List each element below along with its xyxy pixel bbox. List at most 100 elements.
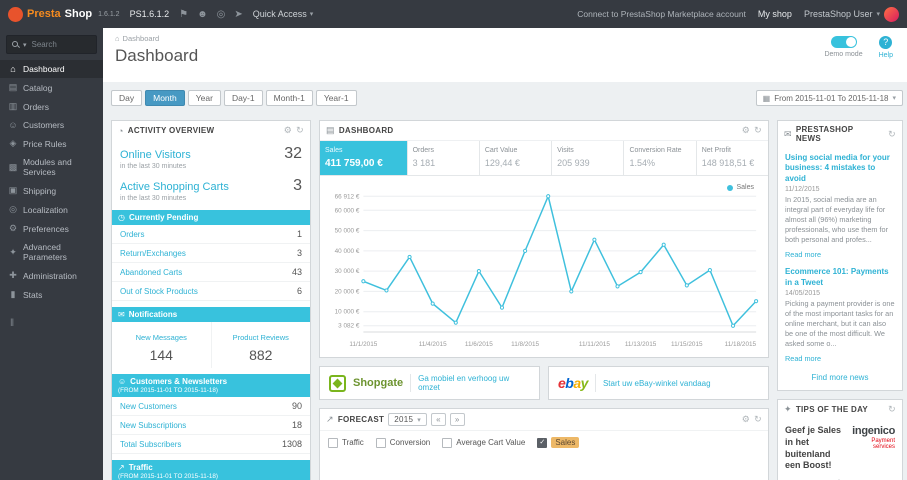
kpi-label: Cart Value (484, 147, 518, 154)
abandoned-carts-link[interactable]: Abandoned Carts (120, 268, 182, 277)
advanced-parameters-icon: ✦ (9, 246, 17, 257)
pending-returns-link[interactable]: Return/Exchanges (120, 249, 186, 258)
column-middle: ▤ Dashboard ⚙ ↻ Sales 411 759,00 € (319, 120, 769, 480)
out-of-stock-link[interactable]: Out of Stock Products (120, 287, 198, 296)
topbar: Presta Shop 1.6.1.2 PS1.6.1.2 ⚑ ☻ ◎ ➤ Qui… (0, 0, 907, 28)
refresh-icon[interactable]: ↻ (296, 125, 304, 136)
sidebar-item-stats[interactable]: ▮ Stats (0, 285, 103, 304)
gear-icon[interactable]: ⚙ (284, 125, 292, 136)
new-subscriptions-link[interactable]: New Subscriptions (120, 421, 186, 430)
period-month-button[interactable]: Month (145, 90, 185, 106)
find-more-news-link[interactable]: Find more news (785, 373, 895, 382)
sidebar-item-orders[interactable]: ▥ Orders (0, 97, 103, 116)
forecast-year-select[interactable]: 2015 ▾ (388, 413, 428, 426)
dashboard-panel-header: ▤ Dashboard ⚙ ↻ (320, 121, 768, 140)
checkbox-icon[interactable] (375, 437, 386, 448)
sidebar-item-modules[interactable]: ▩ Modules and Services (0, 153, 103, 181)
new-messages-link[interactable]: New Messages (136, 333, 187, 342)
sidebar-item-advanced-parameters[interactable]: ✦ Advanced Parameters (0, 238, 103, 266)
active-carts-link[interactable]: Active Shopping Carts (120, 181, 229, 193)
sidebar-collapse-toggle[interactable]: ‖ (0, 318, 103, 329)
preferences-icon: ⚙ (8, 223, 18, 233)
checkbox-icon[interactable] (328, 437, 338, 448)
sidebar-item-label: Price Rules (23, 138, 67, 149)
gear-icon[interactable]: ⚙ (742, 125, 750, 136)
quick-access-label: Quick Access (252, 9, 307, 19)
support-icon[interactable]: ◎ (217, 9, 226, 20)
quick-access-menu[interactable]: Quick Access ▾ (253, 9, 314, 19)
period-month-1-button[interactable]: Month-1 (265, 90, 313, 106)
checkbox-icon[interactable] (442, 437, 453, 448)
forecast-legend-traffic[interactable]: Traffic (328, 437, 364, 448)
breadcrumb-label[interactable]: Dashboard (123, 34, 160, 43)
sidebar-search[interactable]: ▾ (6, 35, 97, 54)
employee-icon[interactable]: ☻ (197, 9, 208, 20)
svg-text:10 000 €: 10 000 € (335, 309, 360, 316)
administration-icon: ✚ (9, 270, 17, 280)
shopgate-link[interactable]: Ga mobiel en verhoog uw omzet (418, 374, 530, 392)
period-day-1-button[interactable]: Day-1 (223, 90, 263, 106)
search-input[interactable] (29, 39, 91, 50)
shop-icon[interactable]: ⚑ (179, 9, 188, 20)
kpi-cart-value[interactable]: Cart Value 129,44 € (478, 141, 551, 175)
new-customers-link[interactable]: New Customers (120, 402, 177, 411)
date-range-picker[interactable]: ▦ From 2015-11-01 To 2015-11-18 ▾ (755, 90, 903, 106)
demo-mode-label: Demo mode (824, 51, 863, 58)
read-more-link[interactable]: Read more (785, 354, 821, 363)
column-right: ✉ PrestaShop News ↻ Using social media f… (777, 120, 903, 480)
online-visitors-link[interactable]: Online Visitors (120, 149, 191, 161)
sidebar-item-localization[interactable]: ◎ Localization (0, 200, 103, 219)
news-headline-link[interactable]: Using social media for your business: 4 … (785, 153, 895, 184)
period-year-1-button[interactable]: Year-1 (315, 90, 357, 106)
forecast-prev-button[interactable]: « (431, 413, 446, 426)
kpi-net-profit[interactable]: Net Profit 148 918,51 € (695, 141, 768, 175)
forecast-next-button[interactable]: » (449, 413, 465, 426)
sidebar-item-label: Shipping (23, 185, 57, 196)
active-carts-sub: in the last 30 minutes (120, 195, 187, 202)
onboarding-icon[interactable]: ➤ (234, 9, 242, 20)
forecast-legend-sales[interactable]: ✓ Sales (537, 437, 580, 448)
read-more-link[interactable]: Read more (785, 250, 821, 259)
sidebar-item-catalog[interactable]: ▤ Catalog (0, 78, 103, 97)
checkbox-checked-icon[interactable]: ✓ (537, 437, 548, 448)
help-icon[interactable]: ? (879, 36, 893, 49)
sidebar-item-customers[interactable]: ☺ Customers (0, 116, 103, 134)
sidebar-item-price-rules[interactable]: ◈ Price Rules (0, 134, 103, 153)
refresh-icon[interactable]: ↻ (754, 414, 762, 425)
sidebar-item-administration[interactable]: ✚ Administration (0, 266, 103, 285)
pending-row-abandoned-carts: Abandoned Carts 43 (112, 263, 310, 282)
svg-text:66 912 €: 66 912 € (335, 193, 360, 200)
gear-icon[interactable]: ⚙ (742, 414, 750, 425)
prestashop-logo[interactable]: Presta Shop 1.6.1.2 (8, 6, 120, 22)
kpi-sales[interactable]: Sales 411 759,00 € (320, 141, 407, 175)
refresh-icon[interactable]: ↻ (888, 404, 896, 415)
my-shop-link[interactable]: My shop (758, 9, 792, 19)
kpi-conversion-rate[interactable]: Conversion Rate 1.54% (623, 141, 695, 175)
sidebar-item-shipping[interactable]: ▣ Shipping (0, 181, 103, 200)
sidebar-item-label: Catalog (23, 82, 53, 93)
product-reviews-link[interactable]: Product Reviews (233, 333, 289, 342)
marketplace-connect-link[interactable]: Connect to PrestaShop Marketplace accoun… (577, 9, 746, 19)
kpi-value: 205 939 (557, 158, 590, 168)
kpi-visits[interactable]: Visits 205 939 (551, 141, 623, 175)
ebay-link[interactable]: Start uw eBay-winkel vandaag (603, 379, 711, 388)
pending-orders-link[interactable]: Orders (120, 230, 144, 239)
period-day-button[interactable]: Day (111, 90, 143, 106)
user-menu[interactable]: PrestaShop User ▾ (804, 6, 899, 22)
activity-panel-header: ◔ Activity overview ⚙ ↻ (112, 121, 310, 140)
sidebar-item-preferences[interactable]: ⚙ Preferences (0, 219, 103, 238)
total-subscribers-link[interactable]: Total Subscribers (120, 440, 181, 449)
kpi-label: Conversion Rate (629, 147, 682, 154)
demo-mode-toggle[interactable] (830, 36, 857, 48)
pending-orders-value: 1 (296, 229, 302, 239)
news-headline-link[interactable]: Ecommerce 101: Payments in a Tweet (785, 267, 895, 288)
forecast-legend-conversion[interactable]: Conversion (375, 437, 430, 448)
forecast-legend-average-cart-value[interactable]: Average Cart Value (442, 437, 525, 448)
refresh-icon[interactable]: ↻ (754, 125, 762, 136)
news-body: Using social media for your business: 4 … (778, 147, 902, 390)
refresh-icon[interactable]: ↻ (888, 129, 896, 140)
sidebar-item-dashboard[interactable]: ⌂ Dashboard (0, 60, 103, 78)
kpi-orders[interactable]: Orders 3 181 (406, 141, 479, 175)
shop-name[interactable]: PS1.6.1.2 (130, 9, 170, 19)
period-year-button[interactable]: Year (187, 90, 221, 106)
